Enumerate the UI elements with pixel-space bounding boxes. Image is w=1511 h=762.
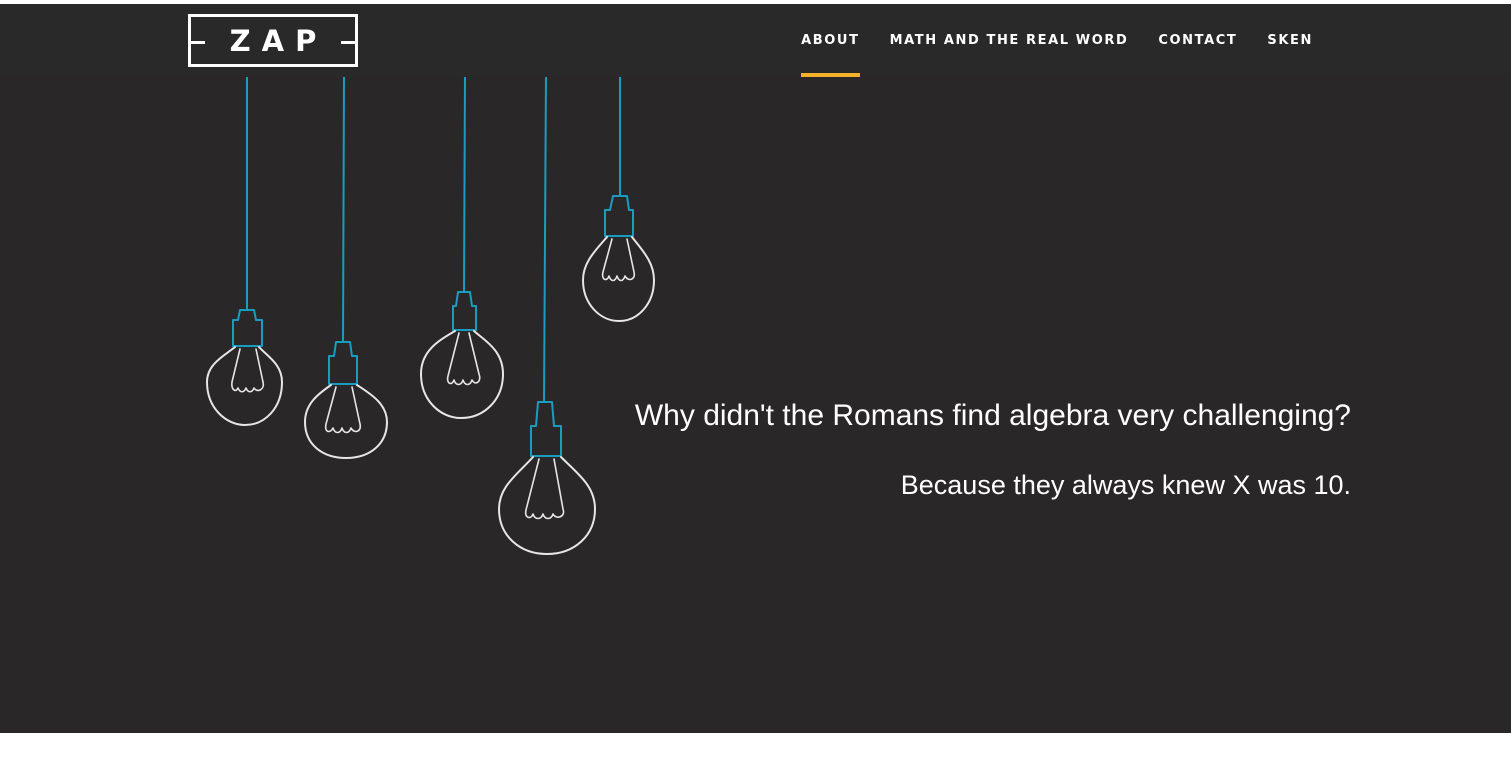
navbar: ZAP ABOUT MATH AND THE REAL WORD CONTACT…: [0, 4, 1511, 77]
zap-logo[interactable]: ZAP: [188, 14, 358, 67]
light-bulb-icon: [498, 73, 596, 555]
nav-item-math-and-the-real-word[interactable]: MATH AND THE REAL WORD: [890, 4, 1129, 77]
light-bulb-icon: [206, 73, 283, 426]
main-nav: ABOUT MATH AND THE REAL WORD CONTACT SKE…: [801, 4, 1313, 77]
nav-item-contact[interactable]: CONTACT: [1158, 4, 1237, 77]
hero-section: ZAP ABOUT MATH AND THE REAL WORD CONTACT…: [0, 4, 1511, 733]
joke-block: Why didn't the Romans find algebra very …: [635, 398, 1351, 502]
nav-item-sken[interactable]: SKEN: [1267, 4, 1313, 77]
joke-answer: Because they always knew X was 10.: [900, 470, 1351, 500]
light-bulb-icon: [582, 73, 655, 322]
nav-item-about[interactable]: ABOUT: [801, 4, 861, 77]
light-bulbs-illustration: [206, 73, 655, 555]
joke-question: Why didn't the Romans find algebra very …: [634, 399, 1351, 432]
light-bulb-icon: [304, 73, 388, 459]
light-bulb-icon: [420, 73, 504, 419]
logo-text: ZAP: [229, 24, 328, 58]
logo-right-bar: [341, 41, 355, 44]
